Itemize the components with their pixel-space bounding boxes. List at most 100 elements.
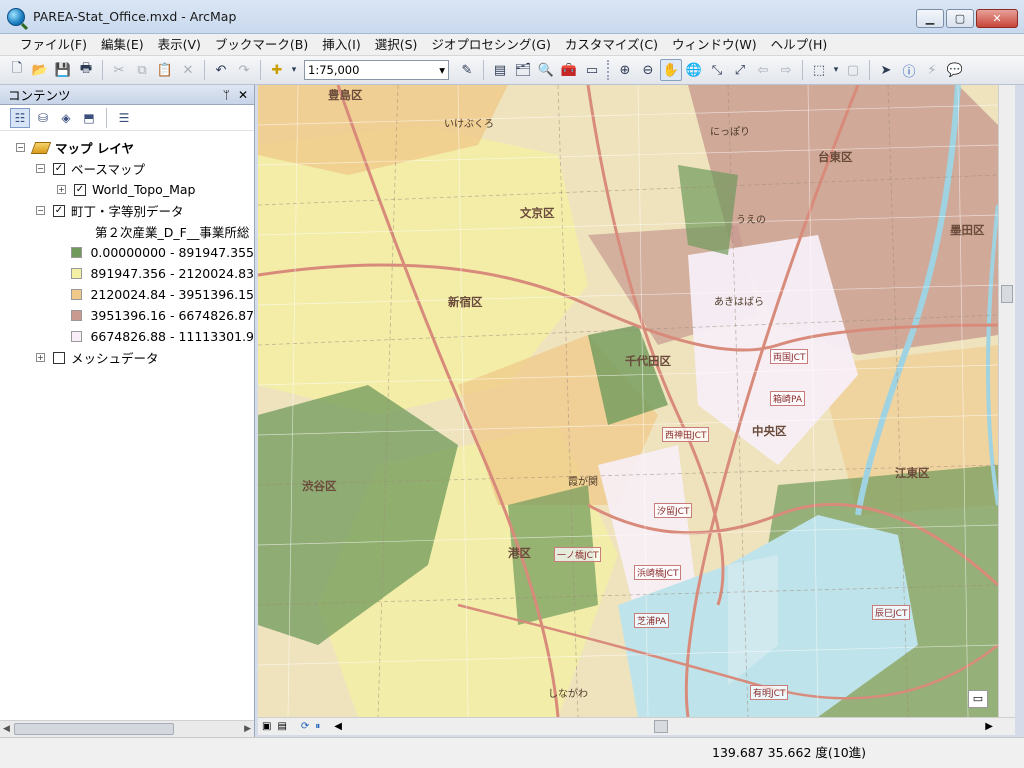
- fixed-zoom-out-icon[interactable]: ⤢: [729, 59, 751, 81]
- legend-swatch[interactable]: [71, 289, 83, 300]
- python-window-icon[interactable]: ▭: [581, 59, 603, 81]
- menu-insert[interactable]: 挿入(I): [316, 34, 368, 56]
- scroll-left-arrow-icon[interactable]: ◀: [3, 724, 10, 734]
- tree-row-basemap-group[interactable]: − ✓ ベースマップ: [0, 158, 254, 179]
- scroll-right-arrow-icon[interactable]: ▶: [244, 724, 251, 734]
- add-data-icon[interactable]: ✚: [266, 59, 288, 81]
- legend-class-row[interactable]: 6674826.88 - 11113301.9: [0, 326, 254, 347]
- menu-windows[interactable]: ウィンドウ(W): [666, 34, 765, 56]
- editor-toolbar-icon[interactable]: ✎: [456, 59, 478, 81]
- clear-selection-icon[interactable]: ▢: [842, 59, 864, 81]
- menu-view[interactable]: 表示(V): [152, 34, 209, 56]
- maximize-button[interactable]: ▢: [946, 9, 974, 28]
- world-topo-layer-name[interactable]: World_Topo_Map: [92, 182, 195, 197]
- scroll-right-arrow-icon[interactable]: ▶: [985, 721, 993, 732]
- undo-icon[interactable]: ↶: [210, 59, 232, 81]
- close-button[interactable]: ✕: [976, 9, 1018, 28]
- mesh-layer-name[interactable]: メッシュデータ: [71, 348, 159, 367]
- world-topo-visibility-checkbox[interactable]: ✓: [74, 183, 86, 196]
- expand-icon[interactable]: +: [36, 353, 45, 362]
- legend-class-row[interactable]: 3951396.16 - 6674826.87: [0, 305, 254, 326]
- add-data-dropdown-icon[interactable]: ▾: [289, 59, 299, 81]
- go-back-arrow-icon[interactable]: ⇦: [752, 59, 774, 81]
- map-tips-icon[interactable]: ▭: [968, 690, 988, 708]
- hyperlink-lightning-icon[interactable]: ⚡: [921, 59, 943, 81]
- pin-icon[interactable]: ᛘ: [223, 88, 230, 102]
- print-icon[interactable]: 🖶: [75, 59, 97, 81]
- data-view-icon[interactable]: ▣: [262, 721, 271, 732]
- fixed-zoom-in-icon[interactable]: ⤡: [706, 59, 728, 81]
- cut-icon[interactable]: ✂: [108, 59, 130, 81]
- map-scale-combobox[interactable]: 1:75,000 ▾: [304, 60, 449, 80]
- catalog-window-icon[interactable]: 🗂: [512, 59, 534, 81]
- map-canvas[interactable]: [258, 85, 998, 717]
- list-by-selection-icon[interactable]: ⬒: [79, 108, 99, 128]
- pane-close-icon[interactable]: ✕: [238, 88, 248, 102]
- chevron-down-icon[interactable]: ▾: [439, 63, 445, 77]
- html-popup-icon[interactable]: 💬: [944, 59, 966, 81]
- pause-drawing-icon[interactable]: ⏸: [315, 721, 320, 732]
- toolbar-grip[interactable]: [607, 60, 610, 80]
- pan-hand-icon[interactable]: ✋: [660, 59, 682, 81]
- select-features-icon[interactable]: ⬚: [808, 59, 830, 81]
- legend-class-row[interactable]: 891947.356 - 2120024.83: [0, 263, 254, 284]
- map-display[interactable]: 豊島区 文京区 台東区 墨田区 新宿区 千代田区 中央区 港区 渋谷区 江東区 …: [258, 85, 998, 717]
- list-by-drawing-order-icon[interactable]: ☷: [10, 107, 30, 128]
- data-layer-visibility-checkbox[interactable]: ✓: [53, 204, 65, 217]
- mesh-layer-visibility-checkbox[interactable]: [53, 351, 65, 364]
- tree-row-world-topo[interactable]: + ✓ World_Topo_Map: [0, 179, 254, 200]
- zoom-out-icon[interactable]: ⊖: [637, 59, 659, 81]
- menu-edit[interactable]: 編集(E): [95, 34, 152, 56]
- vertical-scroll-thumb[interactable]: [1001, 285, 1013, 303]
- arctoolbox-icon[interactable]: 🧰: [558, 59, 580, 81]
- full-extent-globe-icon[interactable]: 🌐: [683, 59, 705, 81]
- menu-customize[interactable]: カスタマイズ(C): [559, 34, 666, 56]
- refresh-icon[interactable]: ⟳: [301, 721, 309, 732]
- new-document-icon[interactable]: 🗋: [6, 59, 28, 81]
- basemap-group-name[interactable]: ベースマップ: [71, 159, 145, 178]
- scroll-left-arrow-icon[interactable]: ◀: [334, 721, 342, 732]
- collapse-icon[interactable]: −: [16, 143, 25, 152]
- zoom-in-icon[interactable]: ⊕: [614, 59, 636, 81]
- contents-horizontal-scrollbar[interactable]: ◀ ▶: [0, 720, 254, 737]
- collapse-icon[interactable]: −: [36, 206, 45, 215]
- arcmap-app-icon[interactable]: [7, 7, 25, 26]
- menu-geoprocessing[interactable]: ジオプロセシング(G): [425, 34, 558, 56]
- legend-swatch[interactable]: [71, 310, 83, 321]
- menu-selection[interactable]: 選択(S): [369, 34, 426, 56]
- redo-icon[interactable]: ↷: [233, 59, 255, 81]
- tree-row-mesh-layer[interactable]: + メッシュデータ: [0, 347, 254, 368]
- save-icon[interactable]: 💾: [52, 59, 74, 81]
- select-elements-arrow-icon[interactable]: ➤: [875, 59, 897, 81]
- map-vertical-scrollbar[interactable]: [998, 85, 1015, 717]
- legend-swatch[interactable]: [71, 331, 83, 342]
- menu-help[interactable]: ヘルプ(H): [765, 34, 836, 56]
- options-icon[interactable]: ☰: [114, 108, 134, 128]
- scrollbar-thumb[interactable]: [14, 723, 174, 735]
- copy-icon[interactable]: ⧉: [131, 59, 153, 81]
- select-dropdown-icon[interactable]: ▾: [831, 59, 841, 81]
- list-by-visibility-icon[interactable]: ◈: [56, 108, 76, 128]
- basemap-visibility-checkbox[interactable]: ✓: [53, 162, 65, 175]
- search-window-icon[interactable]: 🔍: [535, 59, 557, 81]
- legend-swatch[interactable]: [71, 247, 83, 258]
- identify-icon[interactable]: ⓘ: [898, 59, 920, 81]
- legend-class-row[interactable]: 0.00000000 - 891947.355: [0, 242, 254, 263]
- tree-row-data-frame[interactable]: − マップ レイヤ: [0, 137, 254, 158]
- data-layer-name[interactable]: 町丁・字等別データ: [71, 201, 184, 220]
- go-forward-arrow-icon[interactable]: ⇨: [775, 59, 797, 81]
- minimize-button[interactable]: ▁: [916, 9, 944, 28]
- collapse-icon[interactable]: −: [36, 164, 45, 173]
- horizontal-scroll-thumb[interactable]: [654, 720, 668, 733]
- delete-icon[interactable]: ✕: [177, 59, 199, 81]
- table-of-contents-window-icon[interactable]: ▤: [489, 59, 511, 81]
- paste-icon[interactable]: 📋: [154, 59, 176, 81]
- menu-file[interactable]: ファイル(F): [14, 34, 95, 56]
- list-by-source-icon[interactable]: ⛁: [33, 108, 53, 128]
- tree-row-data-layer[interactable]: − ✓ 町丁・字等別データ: [0, 200, 254, 221]
- menu-bookmarks[interactable]: ブックマーク(B): [209, 34, 316, 56]
- data-frame-name[interactable]: マップ レイヤ: [55, 138, 134, 157]
- legend-swatch[interactable]: [71, 268, 83, 279]
- expand-icon[interactable]: +: [57, 185, 66, 194]
- legend-class-row[interactable]: 2120024.84 - 3951396.15: [0, 284, 254, 305]
